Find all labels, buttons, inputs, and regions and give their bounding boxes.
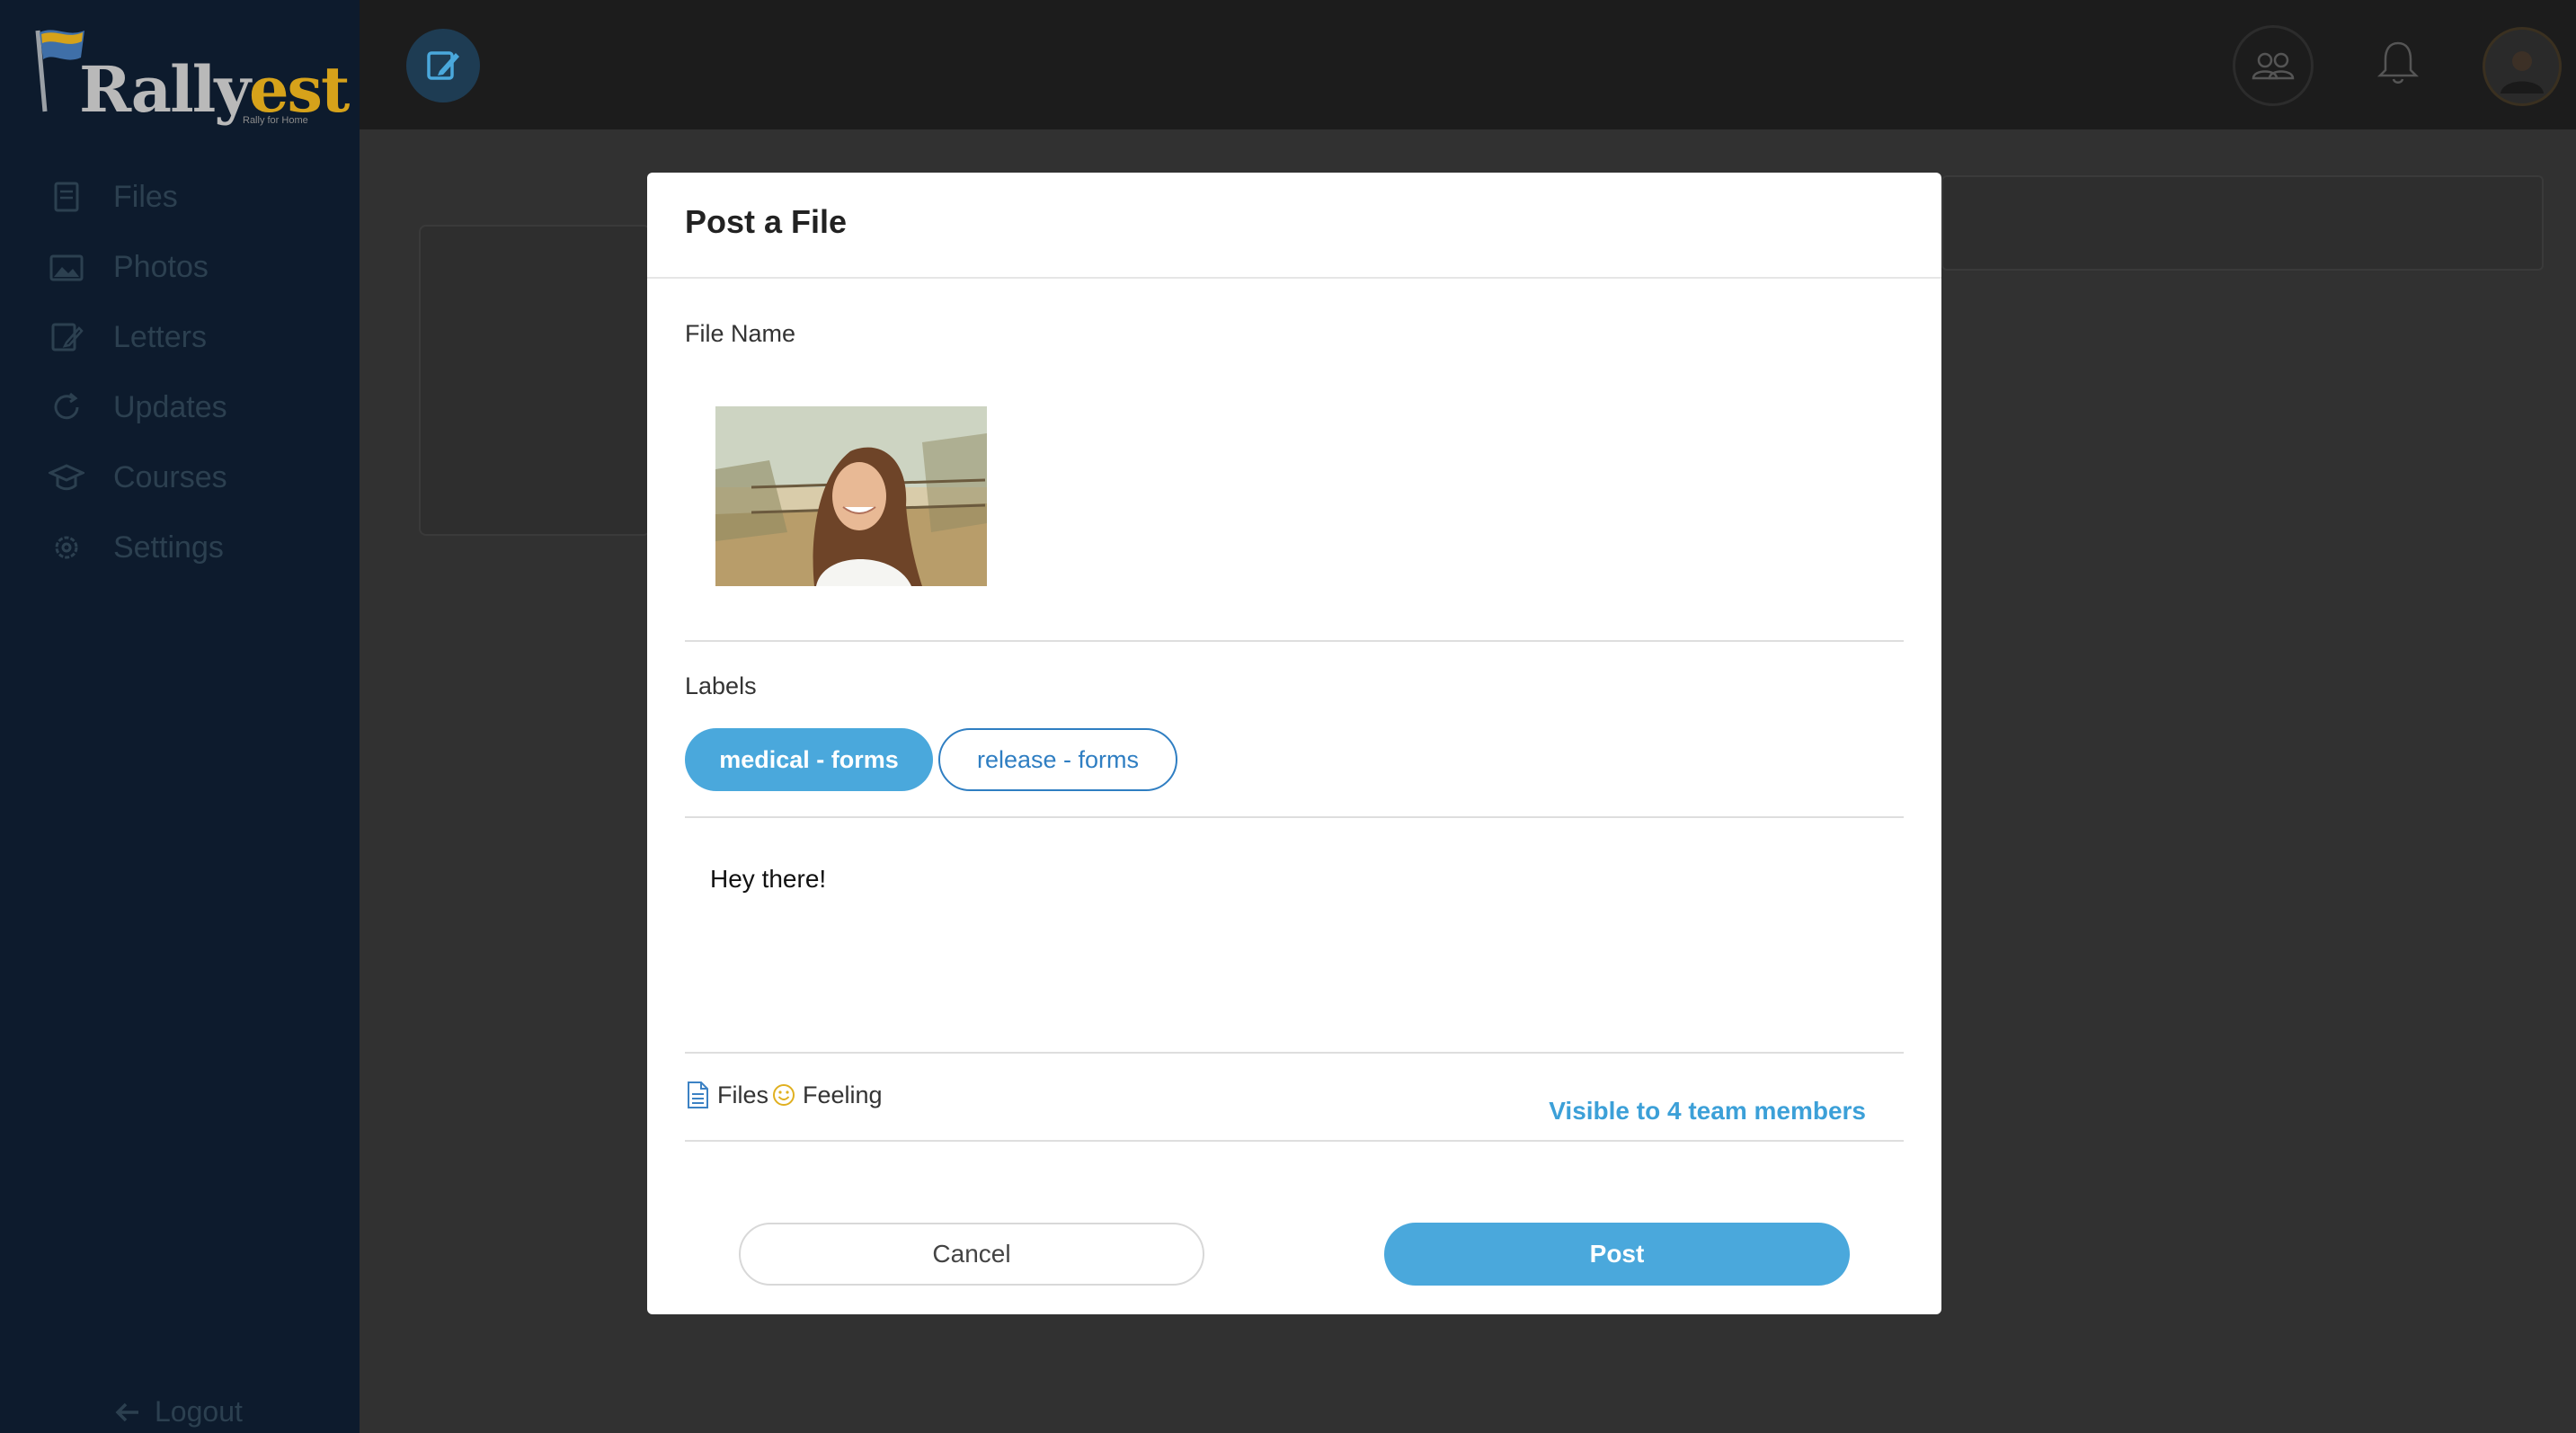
- bell-icon: [2376, 41, 2420, 84]
- sidebar-item-label: Photos: [113, 249, 209, 284]
- avatar[interactable]: [2483, 27, 2562, 106]
- sidebar-item-settings[interactable]: Settings: [0, 512, 360, 583]
- logout-link[interactable]: Logout: [113, 1395, 243, 1429]
- letters-icon: [51, 323, 84, 352]
- sidebar-item-label: Settings: [113, 530, 224, 565]
- visibility-link[interactable]: Visible to 4 team members: [1549, 1097, 1866, 1126]
- team-button[interactable]: [2233, 25, 2314, 106]
- files-icon: [54, 182, 79, 212]
- file-thumbnail[interactable]: [715, 406, 987, 586]
- sidebar: Rallyest Rally for Home Files Photos Let…: [0, 0, 360, 1433]
- sidebar-item-files[interactable]: Files: [0, 162, 360, 232]
- file-icon: [688, 1081, 708, 1108]
- sidebar-item-label: Letters: [113, 319, 207, 354]
- logo-tagline: Rally for Home: [243, 115, 308, 126]
- sidebar-item-courses[interactable]: Courses: [0, 442, 360, 512]
- sidebar-item-label: Courses: [113, 459, 227, 494]
- photos-icon: [49, 254, 84, 281]
- compose-button[interactable]: [406, 29, 480, 102]
- post-button[interactable]: Post: [1384, 1223, 1850, 1286]
- background-card: [419, 225, 651, 536]
- divider: [685, 816, 1904, 818]
- modal-title: Post a File: [685, 203, 848, 240]
- sidebar-item-label: Files: [113, 179, 178, 214]
- smiley-icon: [773, 1084, 795, 1106]
- background-panel: [1941, 175, 2544, 271]
- label-chip-medical-forms[interactable]: medical - forms: [685, 728, 933, 791]
- sidebar-item-label: Updates: [113, 389, 227, 424]
- attach-files-button[interactable]: Files: [717, 1081, 768, 1109]
- user-avatar-icon: [2500, 51, 2544, 93]
- courses-icon: [49, 464, 84, 491]
- post-file-modal: Post a File File Name Labels medical - f…: [647, 173, 1941, 1314]
- cancel-button[interactable]: Cancel: [739, 1223, 1204, 1286]
- message-textarea[interactable]: Hey there!: [710, 865, 826, 894]
- people-icon: [2252, 52, 2295, 80]
- photo-thumbnail-image: [715, 406, 987, 586]
- notifications-button[interactable]: [2360, 25, 2436, 101]
- divider: [685, 1140, 1904, 1142]
- feeling-label: Feeling: [803, 1081, 883, 1108]
- labels-label: Labels: [685, 672, 757, 699]
- sidebar-item-updates[interactable]: Updates: [0, 372, 360, 442]
- settings-icon: [55, 536, 78, 559]
- attachment-options: Files Feeling: [685, 1081, 883, 1109]
- logout-label: Logout: [155, 1395, 243, 1428]
- sidebar-item-letters[interactable]: Letters: [0, 302, 360, 372]
- updates-icon: [54, 392, 79, 420]
- modal-header: Post a File: [647, 173, 1941, 279]
- label-chip-release-forms[interactable]: release - forms: [938, 728, 1177, 791]
- arrow-left-icon: [115, 1402, 138, 1421]
- sidebar-nav: Files Photos Letters Updates Courses Set…: [0, 162, 360, 583]
- divider: [685, 1052, 1904, 1054]
- app-logo[interactable]: Rallyest Rally for Home: [27, 25, 350, 133]
- sidebar-item-photos[interactable]: Photos: [0, 232, 360, 302]
- divider: [685, 640, 1904, 642]
- file-name-label: File Name: [685, 320, 796, 347]
- feeling-button[interactable]: Feeling: [768, 1081, 883, 1109]
- compose-icon: [427, 51, 459, 80]
